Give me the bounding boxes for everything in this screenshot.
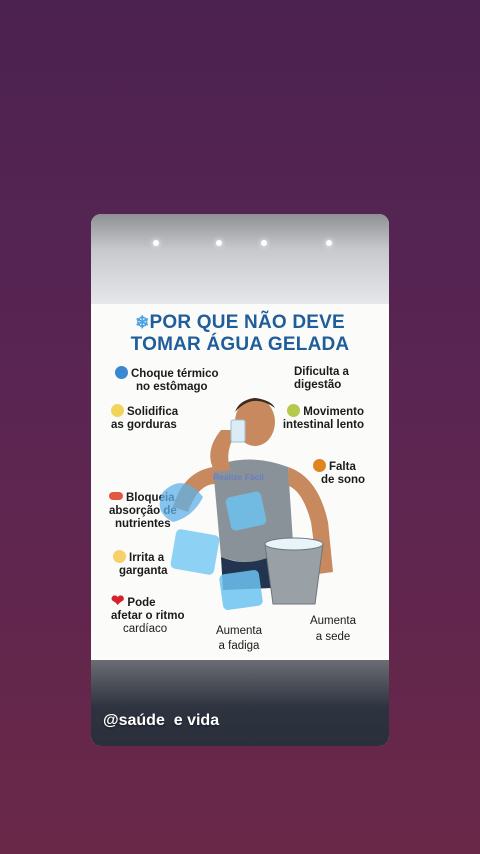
item-aumenta-fadiga: Aumenta a fadiga (215, 625, 263, 652)
concert-crowd-photo (91, 660, 389, 746)
infographic-title-line2: TOMAR ÁGUA GELADA (130, 334, 350, 355)
stage-light (261, 240, 267, 246)
item-aumenta-sede: Aumenta a sede (309, 615, 357, 643)
ice-cube-icon: ❄ (135, 313, 150, 332)
watermark: Realize Fácil (213, 472, 265, 482)
stage-light (153, 240, 159, 246)
infographic: ❄POR QUE NÃO DEVE TOMAR ÁGUA GELADA Choq… (91, 304, 389, 660)
infographic-title-line1: ❄POR QUE NÃO DEVE (135, 312, 345, 333)
stage-light (326, 240, 332, 246)
mask-face-icon (113, 550, 126, 563)
stage-light (216, 240, 222, 246)
butter-icon (111, 404, 124, 417)
man-drinking-water-illustration (159, 398, 333, 610)
heart-icon: ❤ (111, 593, 125, 610)
pill-icon (109, 492, 123, 500)
snowflake-icon (115, 366, 128, 379)
story-card[interactable]: ❄POR QUE NÃO DEVE TOMAR ÁGUA GELADA Choq… (91, 214, 389, 746)
account-handle[interactable]: @saúde e vida (103, 712, 219, 730)
stage-lights-photo (91, 214, 389, 304)
